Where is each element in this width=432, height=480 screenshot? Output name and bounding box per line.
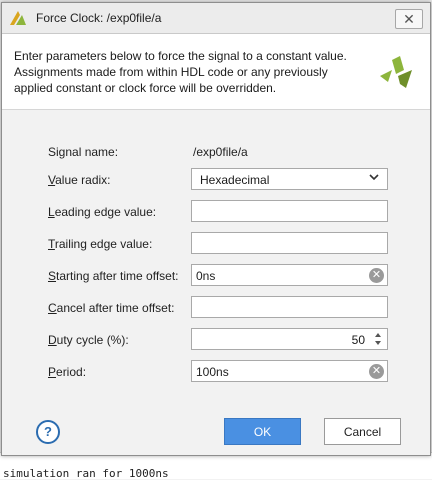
cancel-button[interactable]: Cancel [324, 418, 401, 445]
leading-edge-label: Leading edge value: [48, 205, 157, 219]
dialog-description: Enter parameters below to force the sign… [14, 49, 347, 95]
leading-edge-input[interactable] [191, 200, 388, 222]
signal-name-value: /exp0file/a [193, 145, 248, 159]
signal-name-label: Signal name: [48, 145, 119, 159]
form-area: Signal name: /exp0file/a Value radix: He… [2, 110, 430, 455]
title-bar[interactable]: Force Clock: /exp0file/a ✕ [2, 3, 430, 34]
help-button[interactable]: ? [36, 420, 60, 444]
start-offset-input[interactable]: 0ns ✕ [191, 264, 388, 286]
period-row: Period: 100ns ✕ [2, 360, 430, 384]
console-line: simulation ran for 1000ns [3, 467, 169, 480]
duty-cycle-value: 50 [351, 333, 365, 347]
duty-cycle-label: Duty cycle (%): [48, 333, 129, 347]
value-radix-selected: Hexadecimal [200, 173, 270, 187]
period-label: Period: [48, 365, 87, 379]
help-icon: ? [44, 424, 52, 439]
force-clock-dialog: Force Clock: /exp0file/a ✕ Enter paramet… [1, 2, 431, 456]
cancel-offset-label: Cancel after time offset: [48, 301, 175, 315]
signal-name-row: Signal name: /exp0file/a [2, 140, 430, 164]
duty-cycle-spinner[interactable]: 50 [191, 328, 388, 350]
dialog-title: Force Clock: /exp0file/a [36, 11, 162, 25]
value-radix-label: Value radix: [48, 173, 111, 187]
vivado-logo-icon [380, 56, 412, 88]
start-offset-row: Starting after time offset: 0ns ✕ [2, 264, 430, 288]
ok-button[interactable]: OK [224, 418, 301, 445]
spinner-arrows-icon[interactable] [373, 331, 383, 347]
value-radix-row: Value radix: Hexadecimal [2, 168, 430, 192]
trailing-edge-input[interactable] [191, 232, 388, 254]
cancel-offset-row: Cancel after time offset: [2, 296, 430, 320]
trailing-edge-label: Trailing edge value: [48, 237, 153, 251]
dialog-header: Enter parameters below to force the sign… [2, 34, 430, 110]
close-icon: ✕ [403, 10, 415, 27]
duty-cycle-row: Duty cycle (%): 50 [2, 328, 430, 352]
period-value: 100ns [196, 365, 229, 379]
ok-label: OK [253, 424, 272, 439]
cancel-offset-input[interactable] [191, 296, 388, 318]
cancel-label: Cancel [343, 424, 382, 439]
value-radix-select[interactable]: Hexadecimal [191, 168, 388, 190]
clear-icon[interactable]: ✕ [369, 364, 384, 379]
leading-edge-row: Leading edge value: [2, 200, 430, 224]
trailing-edge-row: Trailing edge value: [2, 232, 430, 256]
period-input[interactable]: 100ns ✕ [191, 360, 388, 382]
close-button[interactable]: ✕ [395, 9, 423, 29]
console-panel: simulation ran for 1000ns [0, 452, 432, 480]
chevron-down-icon [369, 174, 379, 181]
app-logo-icon [10, 11, 26, 25]
start-offset-value: 0ns [196, 269, 216, 283]
start-offset-label: Starting after time offset: [48, 269, 179, 283]
clear-icon[interactable]: ✕ [369, 268, 384, 283]
